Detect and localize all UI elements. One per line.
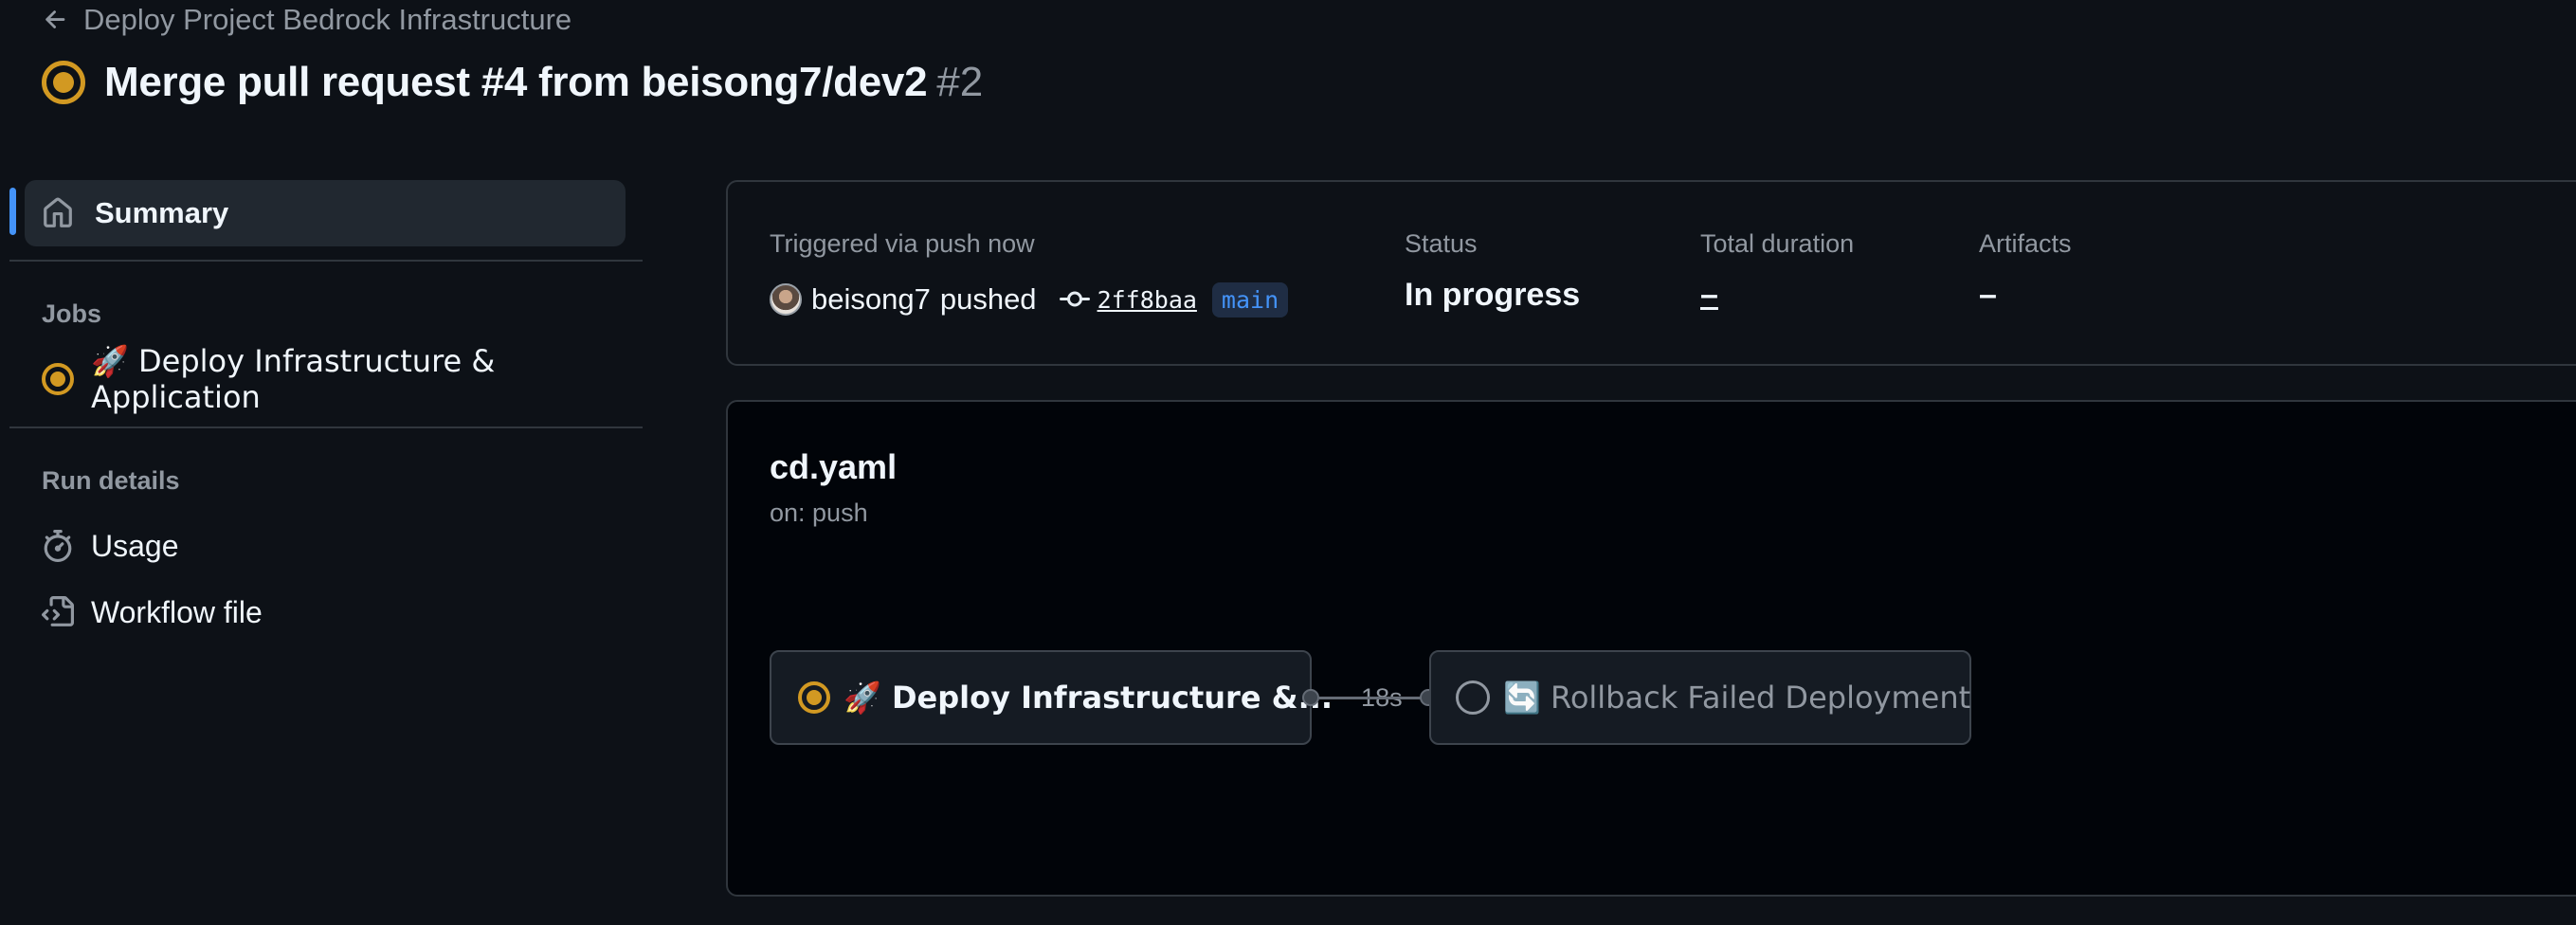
- sidebar-item-workflow-file-label: Workflow file: [91, 594, 263, 629]
- sidebar-item-workflow-file[interactable]: Workflow file: [42, 586, 263, 639]
- arrow-left-icon: [45, 10, 65, 28]
- run-details-heading: Run details: [42, 466, 180, 495]
- run-title-row: Merge pull request #4 from beisong7/dev2…: [42, 51, 983, 114]
- sidebar-job-label: 🚀 Deploy Infrastructure & Application: [91, 343, 496, 415]
- branch-badge[interactable]: main: [1211, 281, 1289, 317]
- duration-value[interactable]: –: [1700, 277, 1718, 314]
- status-label: Status: [1405, 229, 1478, 258]
- run-title: Merge pull request #4 from beisong7/dev2…: [104, 59, 983, 106]
- sidebar-item-usage-label: Usage: [91, 528, 179, 563]
- job-card-deploy[interactable]: 🚀 Deploy Infrastructure &... 18s: [770, 650, 1403, 745]
- in-progress-status-icon: [42, 363, 74, 395]
- run-summary-card: Triggered via push now beisong7 pushed 2…: [726, 180, 2576, 366]
- run-title-text: Merge pull request #4 from beisong7/dev2: [104, 59, 928, 105]
- pending-status-icon: [1456, 680, 1490, 715]
- workflow-file-name[interactable]: cd.yaml: [770, 447, 897, 487]
- job-name: 🚀 Deploy Infrastructure &...: [844, 680, 1333, 716]
- jobs-heading: Jobs: [42, 299, 102, 328]
- job-name: 🔄 Rollback Failed Deployment: [1503, 680, 1971, 716]
- job-card-rollback[interactable]: 🔄 Rollback Failed Deployment: [1429, 650, 1971, 745]
- artifacts-value: –: [1979, 277, 1997, 313]
- sidebar-item-summary[interactable]: Summary: [25, 180, 626, 246]
- sidebar-divider: [9, 426, 643, 428]
- home-icon: [44, 197, 72, 227]
- sidebar-divider: [9, 260, 643, 262]
- run-number: #2: [936, 59, 984, 105]
- trigger-info: beisong7 pushed 2ff8baa main: [770, 279, 1289, 320]
- commit-link[interactable]: 2ff8baa: [1059, 284, 1197, 315]
- sidebar-item-usage[interactable]: Usage: [42, 519, 179, 572]
- job-output-node: [1302, 689, 1319, 706]
- file-code-icon: [42, 596, 74, 626]
- push-action: pushed: [939, 282, 1037, 316]
- job-connector: [1319, 697, 1422, 699]
- artifacts-label: Artifacts: [1979, 229, 2072, 258]
- actor-name[interactable]: beisong7: [811, 282, 931, 317]
- in-progress-status-icon: [798, 681, 830, 714]
- active-indicator: [9, 188, 16, 235]
- status-value: In progress: [1405, 277, 1581, 313]
- trigger-label: Triggered via push now: [770, 229, 1035, 258]
- sidebar-item-job[interactable]: 🚀 Deploy Infrastructure & Application: [42, 343, 644, 415]
- stopwatch-icon: [44, 530, 72, 562]
- commit-hash[interactable]: 2ff8baa: [1098, 286, 1197, 314]
- duration-label: Total duration: [1700, 229, 1855, 258]
- workflow-graph-card: cd.yaml on: push 🚀 Deploy Infrastructure…: [726, 400, 2576, 897]
- sidebar-item-summary-label: Summary: [95, 196, 229, 229]
- in-progress-status-icon: [42, 61, 85, 104]
- avatar[interactable]: [770, 283, 802, 316]
- workflow-trigger: on: push: [770, 499, 868, 527]
- git-commit-icon: [1059, 291, 1090, 307]
- back-link-label: Deploy Project Bedrock Infrastructure: [83, 3, 572, 36]
- back-link[interactable]: Deploy Project Bedrock Infrastructure: [42, 0, 571, 40]
